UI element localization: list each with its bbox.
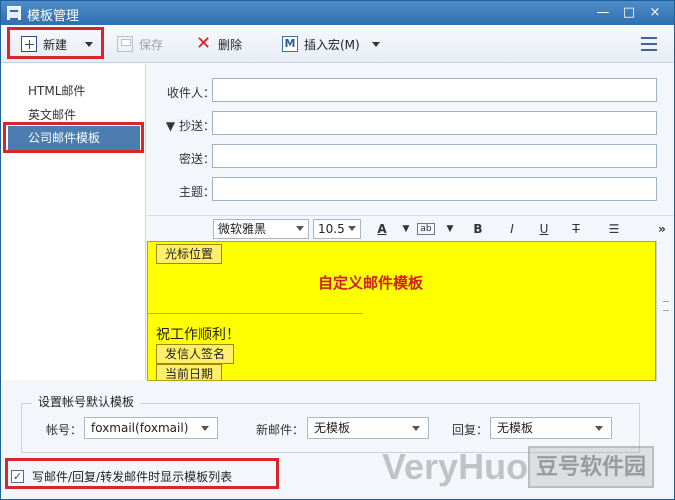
editor-scrollbar[interactable]	[656, 241, 674, 381]
highlight-color-icon[interactable]: ab	[417, 223, 435, 235]
to-label: 收件人：	[166, 86, 215, 100]
to-field[interactable]	[212, 78, 657, 102]
font-select[interactable]: 微软雅黑	[213, 219, 309, 239]
delete-button[interactable]: ✕ 删除	[196, 33, 242, 55]
font-size-select[interactable]: 10.5	[313, 219, 361, 239]
reply-template-select[interactable]: 无模板	[490, 417, 612, 439]
title-bar[interactable]: 模板管理 — □ ×	[1, 1, 674, 25]
close-icon[interactable]: ×	[645, 4, 665, 22]
current-date-token[interactable]: 当前日期	[156, 364, 223, 380]
compose-fields: 收件人： ▼ 抄送： 密送： 主题：	[147, 64, 674, 214]
account-select[interactable]: foxmail(foxmail)	[84, 417, 218, 439]
insert-macro-button[interactable]: M 插入宏(M)	[282, 33, 380, 55]
cc-field[interactable]	[212, 111, 657, 135]
chevron-down-icon	[296, 226, 304, 231]
scroll-grip-icon	[663, 301, 669, 311]
list-icon	[641, 37, 657, 51]
reply-template-value: 无模板	[497, 421, 534, 435]
cc-label: ▼ 抄送：	[165, 119, 215, 133]
template-item-label: HTML邮件	[28, 84, 86, 98]
account-value: foxmail(foxmail)	[91, 421, 189, 435]
bcc-field[interactable]	[212, 144, 657, 168]
macro-icon: M	[282, 36, 298, 52]
default-template-title: 设置帐号默认模板	[32, 393, 141, 410]
save-label: 保存	[139, 37, 164, 52]
bcc-label: 密送：	[178, 152, 215, 166]
window-title: 模板管理	[27, 9, 80, 24]
account-label: 帐号：	[46, 423, 83, 437]
template-icon	[7, 6, 21, 20]
cursor-position-token[interactable]: 光标位置	[156, 244, 223, 264]
template-headline: 自定义邮件模板	[318, 274, 424, 292]
view-menu-button[interactable]	[641, 33, 663, 55]
chevron-down-icon	[412, 426, 420, 431]
new-mail-label: 新邮件：	[256, 423, 305, 437]
delete-label: 删除	[218, 37, 243, 52]
bold-button[interactable]: B	[469, 220, 487, 238]
bullet-list-icon[interactable]: ☰	[605, 220, 623, 238]
chevron-down-icon	[348, 226, 356, 231]
strikethrough-button[interactable]: T	[567, 220, 585, 238]
show-template-list-checkbox[interactable]: ✓	[11, 470, 24, 483]
maximize-icon[interactable]: □	[619, 4, 639, 22]
new-button[interactable]: 新建	[21, 33, 94, 55]
italic-button[interactable]: I	[503, 220, 521, 238]
divider	[148, 313, 363, 314]
template-list: HTML邮件 英文邮件 公司邮件模板	[1, 64, 146, 380]
new-label: 新建	[43, 37, 68, 52]
template-item-label: 公司邮件模板	[28, 131, 101, 145]
underline-button[interactable]: U	[535, 220, 553, 238]
minimize-icon[interactable]: —	[593, 4, 613, 22]
save-icon	[117, 36, 133, 52]
font-color-icon[interactable]: A	[373, 220, 391, 238]
sender-signature-token[interactable]: 发信人签名	[156, 344, 235, 364]
delete-icon: ✕	[196, 33, 212, 54]
chevron-down-icon[interactable]	[85, 41, 94, 47]
formatting-toolbar: 微软雅黑 10.5 A ▼ ab ▼ B I U T ☰ »	[147, 215, 674, 241]
font-size: 10.5	[318, 222, 345, 236]
save-button[interactable]: 保存	[117, 33, 163, 55]
new-mail-template-select[interactable]: 无模板	[307, 417, 429, 439]
chevron-down-icon[interactable]: ▼	[441, 220, 459, 238]
reply-label: 回复：	[452, 423, 489, 437]
template-item-html[interactable]: HTML邮件	[1, 79, 146, 103]
chevron-down-icon	[201, 426, 209, 431]
insert-macro-label: 插入宏(M)	[304, 37, 360, 52]
greeting-text: 祝工作顺利！	[156, 327, 240, 343]
template-item-company[interactable]: 公司邮件模板	[8, 126, 140, 150]
font-name: 微软雅黑	[218, 222, 267, 236]
toolbar: 新建 保存 ✕ 删除 M 插入宏(M)	[1, 25, 674, 63]
chevron-down-icon[interactable]: ▼	[397, 220, 415, 238]
template-manager-window: 模板管理 — □ × 新建 保存 ✕ 删除 M 插入宏(M) HTML邮件 英文…	[0, 0, 675, 500]
template-defaults-panel: 设置帐号默认模板 帐号： foxmail(foxmail) 新邮件： 无模板 回…	[1, 382, 674, 499]
chevron-down-icon[interactable]	[371, 41, 380, 47]
template-body-editor[interactable]: 光标位置 自定义邮件模板 祝工作顺利！ 发信人签名 当前日期	[147, 241, 656, 381]
new-mail-template-value: 无模板	[314, 421, 351, 435]
more-tools-button[interactable]: »	[653, 220, 671, 238]
plus-icon	[21, 36, 37, 52]
subject-label: 主题：	[178, 185, 215, 199]
chevron-down-icon	[595, 426, 603, 431]
chevron-down-icon[interactable]: ▼	[166, 119, 175, 133]
subject-field[interactable]	[212, 177, 657, 201]
template-item-label: 英文邮件	[28, 108, 77, 122]
show-template-list-label: 写邮件/回复/转发邮件时显示模板列表	[32, 470, 233, 484]
